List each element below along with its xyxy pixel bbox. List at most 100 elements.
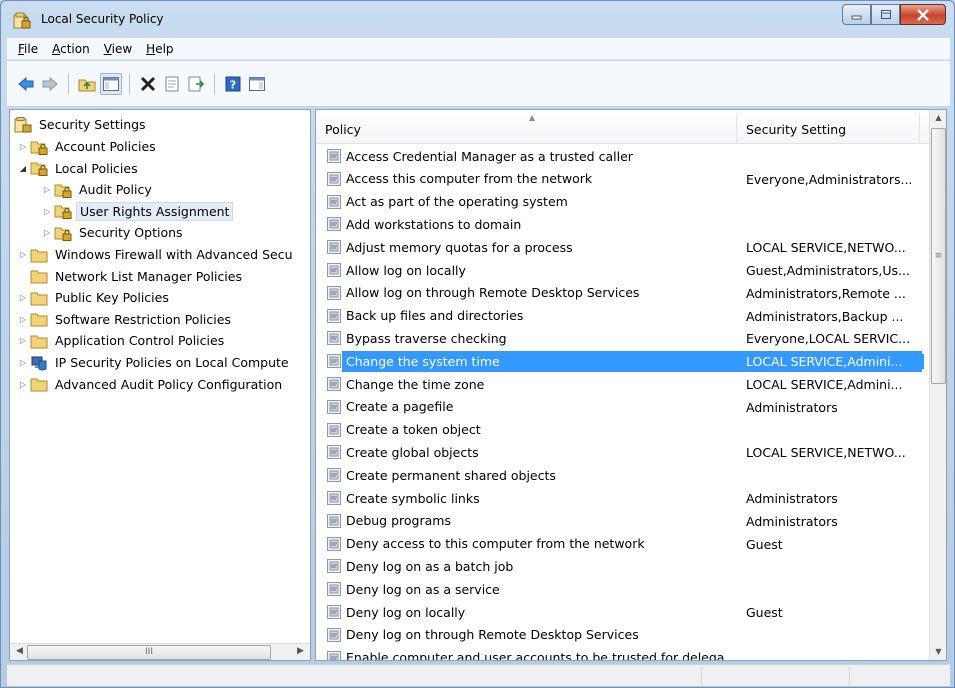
tree-item-label: Network List Manager Policies [55,268,242,284]
policy-name: Access Credential Manager as a trusted c… [346,148,633,164]
policy-row[interactable]: Change the time zone LOCAL SERVICE,Admini… [316,373,930,396]
tree-item-user-rights-assignment[interactable]: ▷ User Rights Assignment [40,201,234,222]
maximize-icon [880,9,891,19]
expand-arrow-icon[interactable]: ▷ [16,380,30,389]
menu-view-label: iew [111,41,133,56]
close-button[interactable] [900,4,946,25]
policy-cell: Create permanent shared objects [326,467,556,483]
security-policy-app-icon [13,12,31,30]
policy-row[interactable]: Create symbolic links Administrators [316,487,930,510]
tree-item-advanced-audit-policy-configuration[interactable]: ▷ Advanced Audit Policy Configuration [16,374,285,395]
policy-name: Deny log on locally [346,604,466,620]
policy-row[interactable]: Debug programs Administrators [316,510,930,533]
column-header-policy[interactable]: Policy [316,110,736,144]
expand-arrow-icon[interactable]: ▷ [16,336,30,345]
policy-row[interactable]: Deny log on through Remote Desktop Servi… [316,624,930,647]
policy-row[interactable]: Bypass traverse checking Everyone,LOCAL S… [316,327,930,350]
delete-button[interactable] [137,73,159,95]
policy-row[interactable]: Deny log on locally Guest [316,601,930,624]
vertical-scroll-thumb[interactable]: ≡ [931,128,946,384]
policy-icon [326,194,342,210]
policy-cell: Create a pagefile [326,399,453,415]
menu-view[interactable]: View [97,40,139,58]
window-title: Local Security Policy [41,12,164,26]
expand-arrow-icon[interactable]: ▷ [16,358,30,367]
expand-arrow-icon[interactable]: ▷ [16,293,30,302]
tree-item-software-restriction-policies[interactable]: ▷ Software Restriction Policies [16,309,234,330]
policy-row[interactable]: Back up files and directories Administrat… [316,305,930,328]
up-one-level-button[interactable] [76,73,98,95]
policy-row[interactable]: Allow log on locally Guest,Administrators… [316,259,930,282]
policy-cell: Back up files and directories [326,308,523,324]
tree-item-security-settings[interactable]: Security Settings [14,114,149,135]
policy-row[interactable]: Create permanent shared objects [316,464,930,487]
show-hide-console-tree-button[interactable] [100,72,122,95]
expand-arrow-icon[interactable]: ▷ [16,142,30,151]
tree-item-public-key-policies[interactable]: ▷ Public Key Policies [16,287,172,308]
policy-icon [326,308,342,324]
vertical-scrollbar[interactable]: ▲ ≡ ▼ [929,110,946,660]
policy-row[interactable]: Access this computer from the network Eve… [316,168,930,191]
column-header-security-setting[interactable]: Security Setting [737,110,917,144]
export-list-button[interactable] [185,73,207,95]
expand-arrow-icon[interactable]: ▷ [16,315,30,324]
folder-icon [30,290,48,306]
properties-button[interactable] [161,73,183,95]
menu-action-label: ction [60,41,90,56]
policy-row[interactable]: Act as part of the operating system [316,191,930,214]
menu-help[interactable]: Help [139,40,180,58]
menu-file[interactable]: File [11,40,45,58]
tree-item-audit-policy[interactable]: ▷ Audit Policy [40,179,155,200]
expand-arrow-icon[interactable]: ▷ [40,185,54,194]
maximize-button[interactable] [871,4,900,25]
policy-row[interactable]: Create a token object [316,419,930,442]
tree-item-network-list-manager-policies[interactable]: Network List Manager Policies [16,266,245,287]
policy-list-view[interactable]: Policy ▲ Security Setting Access Credent… [315,109,947,661]
menu-action[interactable]: Action [45,40,97,58]
scroll-down-icon[interactable]: ▼ [930,644,946,660]
policy-row[interactable]: Adjust memory quotas for a process LOCAL … [316,236,930,259]
policy-row[interactable]: Deny access to this computer from the ne… [316,533,930,556]
scroll-right-icon[interactable]: ▶ [293,646,308,659]
policy-row[interactable]: Add workstations to domain [316,213,930,236]
tree-item-account-policies[interactable]: ▷ Account Policies [16,136,159,157]
folder-icon [30,376,48,392]
back-button[interactable] [15,73,37,95]
console-tree[interactable]: Security Settings ▷ Account Policies ◢ Local… [9,109,311,661]
security-setting-value: Administrators,Remote ... [746,285,906,301]
horizontal-scroll-thumb[interactable]: III [27,645,271,660]
show-action-pane-button[interactable] [246,73,268,95]
policy-row[interactable]: Change the system time LOCAL SERVICE,Admi… [316,350,930,373]
expand-arrow-icon[interactable]: ▷ [40,207,54,216]
policy-row[interactable]: Deny log on as a batch job [316,555,930,578]
help-button[interactable]: ? [222,73,244,95]
folder-lock-icon [54,225,72,241]
policy-row[interactable]: Create global objects LOCAL SERVICE,NETWO… [316,441,930,464]
horizontal-scrollbar[interactable]: ◀ III ▶ [10,643,310,660]
scroll-up-icon[interactable]: ▲ [930,110,946,126]
policy-name: Allow log on through Remote Desktop Serv… [346,285,640,301]
scroll-left-icon[interactable]: ◀ [12,646,27,659]
tree-item-label: User Rights Assignment [76,201,234,221]
forward-arrow-icon [42,76,58,91]
title-bar[interactable]: Local Security Policy [1,1,954,37]
folder-icon [30,268,48,284]
expand-arrow-icon[interactable]: ▷ [40,228,54,237]
tree-item-ip-security-policies-on-local-compute[interactable]: ▷ IP Security Policies on Local Compute [16,352,292,373]
expand-arrow-icon[interactable]: ▷ [16,250,30,259]
minimize-button[interactable] [842,4,871,25]
column-divider[interactable] [919,114,920,142]
policy-cell: Deny log on as a batch job [326,558,513,574]
forward-button[interactable] [39,73,61,95]
policy-row[interactable]: Create a pagefile Administrators [316,396,930,419]
policy-row[interactable]: Enable computer and user accounts to be … [316,647,930,660]
policy-row[interactable]: Access Credential Manager as a trusted c… [316,145,930,168]
tree-item-local-policies[interactable]: ◢ Local Policies [16,158,141,179]
policy-row[interactable]: Allow log on through Remote Desktop Serv… [316,282,930,305]
tree-item-application-control-policies[interactable]: ▷ Application Control Policies [16,330,227,351]
collapse-arrow-icon[interactable]: ◢ [16,164,30,173]
security-settings-icon [14,116,32,133]
policy-row[interactable]: Deny log on as a service [316,578,930,601]
tree-item-windows-firewall-with-advanced-secu[interactable]: ▷ Windows Firewall with Advanced Secu [16,244,296,265]
tree-item-security-options[interactable]: ▷ Security Options [40,222,186,243]
